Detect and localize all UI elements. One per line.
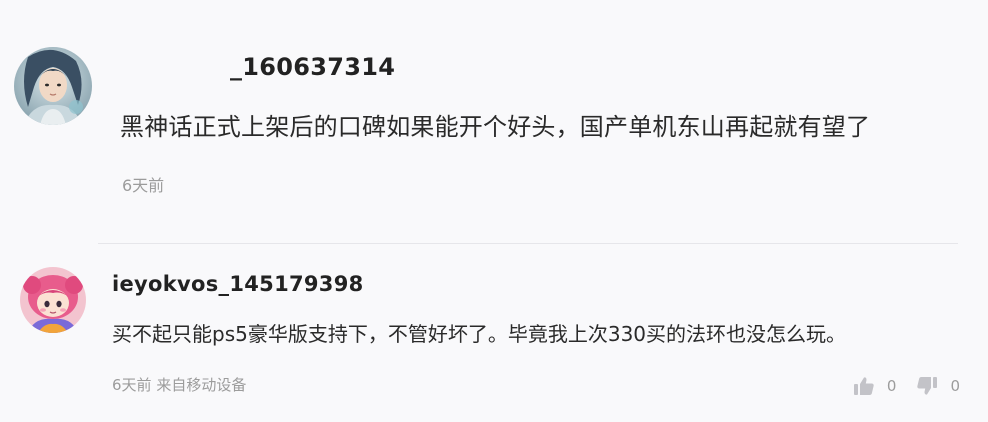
comment-username[interactable]: _160637314 — [230, 53, 395, 81]
like-button[interactable]: 0 — [853, 376, 897, 396]
comment-text: 买不起只能ps5豪华版支持下，不管好坏了。毕竟我上次330买的法环也没怎么玩。 — [112, 322, 847, 346]
comment-divider — [98, 243, 958, 244]
comment-time: 6天前 — [112, 376, 152, 394]
thumbs-down-icon — [917, 377, 938, 395]
avatar-cartoon-girl-icon — [20, 267, 86, 333]
comment-source: 来自移动设备 — [156, 376, 247, 394]
dislike-button[interactable]: 0 — [916, 376, 960, 396]
like-count: 0 — [886, 377, 897, 395]
comment-text: 黑神话正式上架后的口碑如果能开个好头，国产单机东山再起就有望了 — [120, 113, 871, 141]
dislike-count: 0 — [950, 377, 960, 395]
comment-meta: 6天前 来自移动设备 — [112, 374, 246, 395]
comment-item: _160637314 黑神话正式上架后的口碑如果能开个好头，国产单机东山再起就有… — [0, 0, 988, 244]
comment-username[interactable]: ieyokvos_145179398 — [112, 272, 364, 296]
comment-actions: 0 0 — [853, 374, 960, 398]
comment-time: 6天前 — [122, 176, 165, 195]
user-avatar[interactable] — [20, 267, 86, 333]
avatar-anime-character-icon — [14, 47, 92, 125]
thumbs-up-icon — [853, 377, 874, 395]
comment-item: ieyokvos_145179398 买不起只能ps5豪华版支持下，不管好坏了。… — [0, 246, 988, 422]
user-avatar[interactable] — [14, 47, 92, 125]
